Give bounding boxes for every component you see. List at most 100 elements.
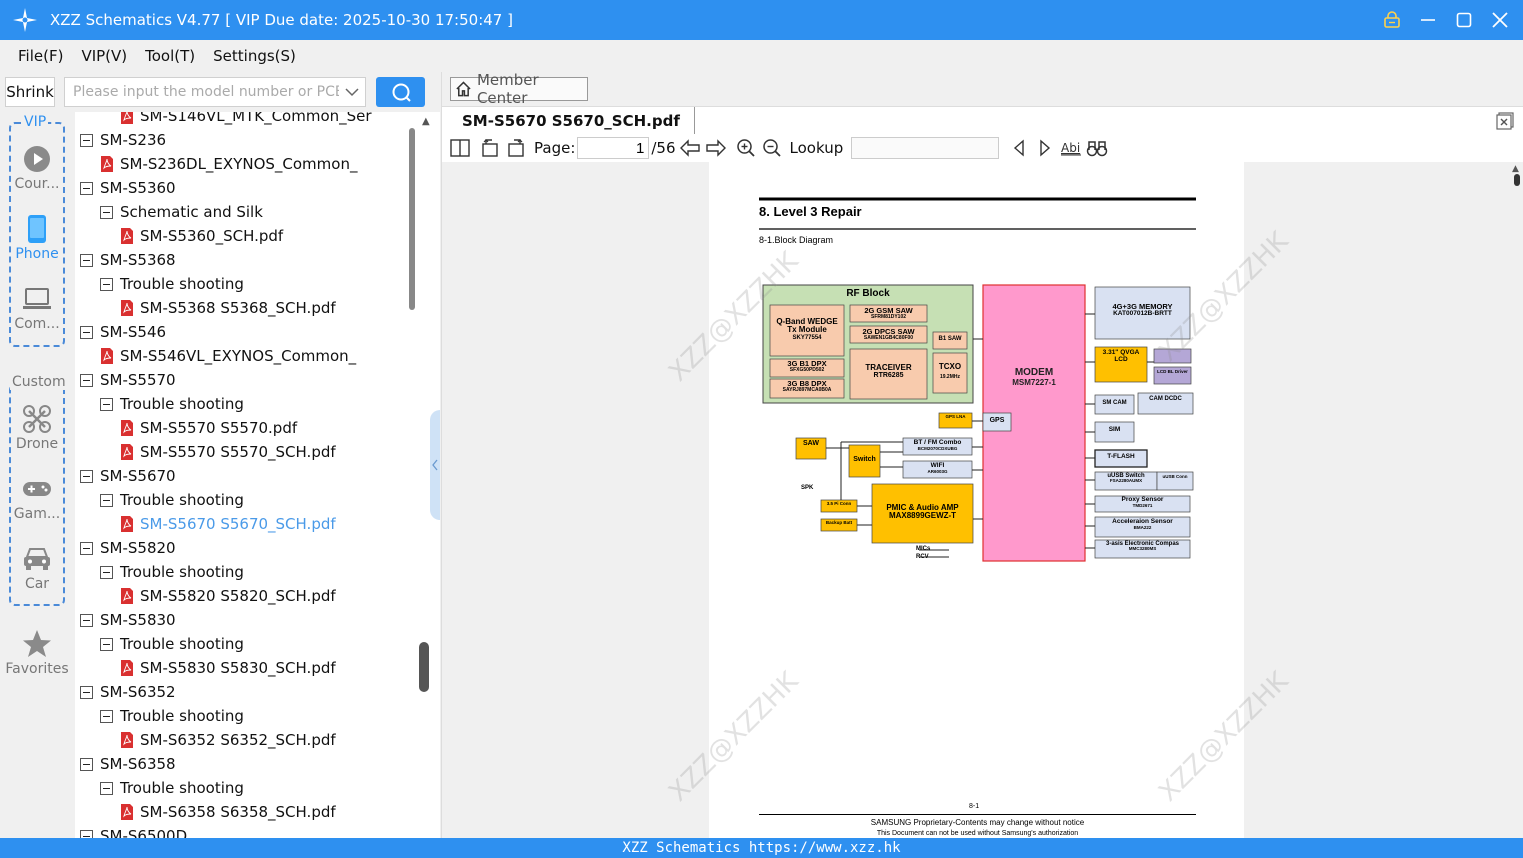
collapse-toggle-icon[interactable] bbox=[80, 757, 93, 771]
category-drone[interactable]: Drone bbox=[0, 402, 74, 452]
menu-vip[interactable]: VIP(V) bbox=[73, 47, 135, 65]
panel-collapse-handle[interactable] bbox=[430, 410, 440, 520]
document-tabbar: SM-S5670 S5670_SCH.pdf bbox=[442, 106, 1523, 135]
play-icon bbox=[0, 142, 74, 176]
tree-folder-item[interactable]: Trouble shooting bbox=[100, 272, 244, 296]
collapse-toggle-icon[interactable] bbox=[100, 205, 113, 219]
tree-pdf-item[interactable]: SM-S5360_SCH.pdf bbox=[120, 224, 283, 248]
scroll-up-icon[interactable]: ▲ bbox=[1512, 164, 1519, 174]
find-prev-icon[interactable] bbox=[1007, 136, 1031, 160]
tree-pdf-item[interactable]: SM-S5670 S5670_SCH.pdf bbox=[120, 512, 336, 536]
category-computer[interactable]: Com... bbox=[0, 282, 74, 332]
page-number-input[interactable] bbox=[577, 137, 650, 159]
tree-pdf-item[interactable]: SM-S5570 S5570.pdf bbox=[120, 416, 297, 440]
document-tab[interactable]: SM-S5670 S5670_SCH.pdf bbox=[442, 107, 695, 135]
menu-file[interactable]: File(F) bbox=[10, 47, 71, 65]
close-icon[interactable] bbox=[1489, 9, 1511, 31]
tree-folder-item[interactable]: SM-S5830 bbox=[80, 608, 176, 632]
tree-folder-item[interactable]: SM-S5670 bbox=[80, 464, 176, 488]
collapse-toggle-icon[interactable] bbox=[100, 397, 113, 411]
tree-folder-item[interactable]: SM-S6352 bbox=[80, 680, 176, 704]
model-search-combobox[interactable] bbox=[64, 77, 366, 107]
tree-folder-item[interactable]: SM-S546 bbox=[80, 320, 166, 344]
menu-settings[interactable]: Settings(S) bbox=[205, 47, 304, 65]
lock-icon[interactable] bbox=[1381, 9, 1403, 31]
maximize-icon[interactable] bbox=[1453, 9, 1475, 31]
tree-folder-item[interactable]: Trouble shooting bbox=[100, 632, 244, 656]
rotate-right-icon[interactable] bbox=[504, 136, 528, 160]
close-tabs-icon[interactable] bbox=[1496, 112, 1514, 130]
collapse-toggle-icon[interactable] bbox=[80, 829, 93, 838]
category-sidebar: VIP Cour... Phone Com... Custom Drone Ga… bbox=[0, 112, 74, 838]
tree-pdf-item[interactable]: SM-S6352 S6352_SCH.pdf bbox=[120, 728, 336, 752]
footer-rule bbox=[759, 814, 1196, 815]
collapse-toggle-icon[interactable] bbox=[80, 253, 93, 267]
collapse-toggle-icon[interactable] bbox=[80, 133, 93, 147]
document-scroll-thumb[interactable] bbox=[1514, 174, 1520, 186]
document-area[interactable]: 8. Level 3 Repair 8-1.Block Diagram RF B… bbox=[442, 162, 1523, 838]
find-next-icon[interactable] bbox=[1033, 136, 1057, 160]
collapse-toggle-icon[interactable] bbox=[100, 277, 113, 291]
find-all-icon[interactable] bbox=[1085, 136, 1109, 160]
tree-folder-item[interactable]: SM-S5820 bbox=[80, 536, 176, 560]
collapse-toggle-icon[interactable] bbox=[80, 541, 93, 555]
category-favorites[interactable]: Favorites bbox=[0, 627, 74, 677]
collapse-toggle-icon[interactable] bbox=[80, 685, 93, 699]
prev-page-icon[interactable] bbox=[678, 136, 702, 160]
scroll-up-icon[interactable]: ▲ bbox=[422, 116, 430, 127]
tree-folder-item[interactable]: SM-S5368 bbox=[80, 248, 176, 272]
next-page-icon[interactable] bbox=[704, 136, 728, 160]
tree-pdf-item[interactable]: SM-S5830 S5830_SCH.pdf bbox=[120, 656, 336, 680]
collapse-toggle-icon[interactable] bbox=[80, 613, 93, 627]
tree-folder-item[interactable]: Schematic and Silk bbox=[100, 200, 263, 224]
collapse-toggle-icon[interactable] bbox=[80, 373, 93, 387]
collapse-toggle-icon[interactable] bbox=[80, 325, 93, 339]
collapse-toggle-icon[interactable] bbox=[80, 469, 93, 483]
zoom-out-icon[interactable] bbox=[760, 136, 784, 160]
shrink-button[interactable]: Shrink bbox=[5, 77, 55, 107]
lcd-bl-label: LCD BL Driver bbox=[1157, 369, 1188, 374]
tree-pdf-item[interactable]: SM-S6358 S6358_SCH.pdf bbox=[120, 800, 336, 824]
zoom-in-icon[interactable] bbox=[734, 136, 758, 160]
rotate-left-icon[interactable] bbox=[478, 136, 502, 160]
tree-pdf-item[interactable]: SM-S5820 S5820_SCH.pdf bbox=[120, 584, 336, 608]
tree-folder-item[interactable]: SM-S5570 bbox=[80, 368, 176, 392]
collapse-toggle-icon[interactable] bbox=[100, 493, 113, 507]
tree-folder-item[interactable]: Trouble shooting bbox=[100, 704, 244, 728]
tree-folder-item[interactable]: SM-S6500D bbox=[80, 824, 187, 838]
collapse-toggle-icon[interactable] bbox=[100, 709, 113, 723]
tree-folder-item[interactable]: Trouble shooting bbox=[100, 560, 244, 584]
category-gaming[interactable]: Gam... bbox=[0, 472, 74, 522]
model-search-input[interactable] bbox=[65, 78, 339, 106]
search-button[interactable] bbox=[376, 77, 425, 107]
tree-scroll-thumb-secondary[interactable] bbox=[419, 642, 429, 692]
collapse-toggle-icon[interactable] bbox=[100, 637, 113, 651]
tree-folder-item[interactable]: SM-S5360 bbox=[80, 176, 176, 200]
tree-pdf-item[interactable]: SM-S5368 S5368_SCH.pdf bbox=[120, 296, 336, 320]
tree-folder-item[interactable]: SM-S6358 bbox=[80, 752, 176, 776]
two-page-view-icon[interactable] bbox=[448, 136, 472, 160]
category-car[interactable]: Car bbox=[0, 542, 74, 592]
tree-folder-item[interactable]: Trouble shooting bbox=[100, 776, 244, 800]
collapse-toggle-icon[interactable] bbox=[100, 781, 113, 795]
category-phone[interactable]: Phone bbox=[0, 212, 74, 262]
match-case-icon[interactable]: Abi bbox=[1059, 136, 1083, 160]
lookup-input[interactable] bbox=[851, 137, 1000, 159]
tree-pdf-item[interactable]: SM-S236DL_EXYNOS_Common_ bbox=[100, 152, 357, 176]
collapse-toggle-icon[interactable] bbox=[80, 181, 93, 195]
collapse-toggle-icon[interactable] bbox=[100, 565, 113, 579]
menu-tool[interactable]: Tool(T) bbox=[137, 47, 203, 65]
tree-pdf-item[interactable]: SM-S5570 S5570_SCH.pdf bbox=[120, 440, 336, 464]
tree-pdf-item[interactable]: SM-S546VL_EXYNOS_Common_ bbox=[100, 344, 356, 368]
member-center-button[interactable]: Member Center bbox=[450, 71, 588, 107]
tree-folder-item[interactable]: Trouble shooting bbox=[100, 488, 244, 512]
tree-scroll-thumb[interactable] bbox=[409, 128, 415, 310]
title-bar: XZZ Schematics V4.77 [ VIP Due date: 202… bbox=[0, 0, 1523, 40]
tree-pdf-item[interactable]: SM-S146VL_MTK_Common_Ser bbox=[120, 112, 372, 128]
category-courses[interactable]: Cour... bbox=[0, 142, 74, 192]
minimize-icon[interactable] bbox=[1417, 9, 1439, 31]
tree-folder-item[interactable]: SM-S236 bbox=[80, 128, 166, 152]
chevron-down-icon[interactable] bbox=[339, 87, 365, 97]
document-scrollbar[interactable]: ▲ bbox=[1510, 162, 1523, 838]
tree-folder-item[interactable]: Trouble shooting bbox=[100, 392, 244, 416]
